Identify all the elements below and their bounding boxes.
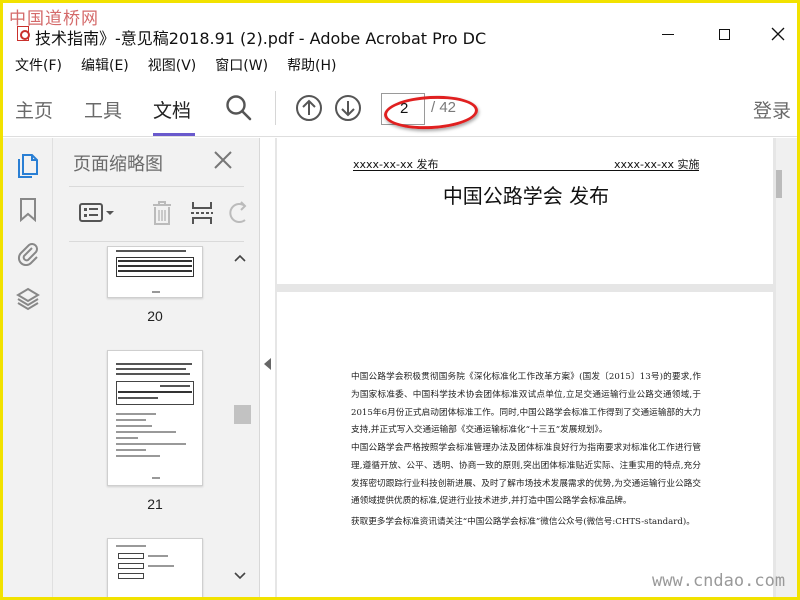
bookmark-icon[interactable] bbox=[15, 196, 41, 222]
menu-edit[interactable]: 编辑(E) bbox=[81, 55, 129, 75]
toolbar-separator bbox=[275, 91, 276, 125]
document-page-1: xxxx-xx-xx 发布 xxxx-xx-xx 实施 中国公路学会 发布 bbox=[277, 138, 773, 284]
close-window-button[interactable] bbox=[763, 22, 793, 46]
rotate-icon[interactable] bbox=[229, 198, 247, 228]
thumbnail-list[interactable]: 20 21 bbox=[71, 246, 257, 597]
maximize-icon bbox=[718, 28, 730, 40]
page-thumbnails-icon[interactable] bbox=[15, 152, 41, 178]
next-page-icon[interactable] bbox=[333, 93, 363, 123]
thumbnails-panel: 页面缩略图 20 21 bbox=[53, 138, 260, 597]
body-paragraph: 中国公路学会严格按照学会标准管理办法及团体标准良好行为指南要求对标准化工作进行管… bbox=[351, 443, 701, 507]
options-menu-icon[interactable] bbox=[77, 198, 117, 228]
menu-help[interactable]: 帮助(H) bbox=[287, 55, 336, 75]
search-icon[interactable] bbox=[224, 93, 254, 123]
close-icon bbox=[771, 27, 785, 41]
watermark-bottom: www.cndao.com bbox=[652, 571, 786, 591]
scroll-down-icon[interactable] bbox=[232, 568, 248, 584]
thumbnail-page-22[interactable] bbox=[107, 538, 203, 597]
minimize-icon bbox=[662, 33, 674, 35]
header-rule bbox=[353, 170, 699, 171]
insert-page-icon[interactable] bbox=[189, 198, 215, 228]
body-paragraph: 获取更多学会标准资讯请关注“中国公路学会标准”微信公众号(微信号:CHTS-st… bbox=[351, 517, 695, 527]
menu-window[interactable]: 窗口(W) bbox=[215, 55, 268, 75]
document-view[interactable]: xxxx-xx-xx 发布 xxxx-xx-xx 实施 中国公路学会 发布 中国… bbox=[275, 138, 797, 597]
panel-divider bbox=[69, 186, 244, 187]
collapse-panel-icon[interactable] bbox=[262, 357, 272, 371]
pdf-file-icon bbox=[17, 26, 30, 41]
panel-divider bbox=[69, 241, 244, 242]
previous-page-icon[interactable] bbox=[294, 93, 324, 123]
document-scrollbar[interactable] bbox=[776, 138, 797, 597]
title-bar: 中国道桥网 技术指南》-意见稿2018.91 (2).pdf - Adobe A… bbox=[3, 0, 797, 50]
thumbnail-label: 20 bbox=[147, 308, 163, 324]
close-icon[interactable] bbox=[211, 148, 235, 172]
thumbnail-label: 21 bbox=[147, 496, 163, 512]
menu-file[interactable]: 文件(F) bbox=[15, 55, 62, 75]
scroll-up-icon[interactable] bbox=[232, 250, 248, 266]
tab-home[interactable]: 主页 bbox=[15, 96, 53, 123]
menu-view[interactable]: 视图(V) bbox=[148, 55, 197, 75]
thumbnail-page-20[interactable] bbox=[107, 246, 203, 298]
body-paragraph: 中国公路学会积极贯彻国务院《深化标准化工作改革方案》(国发〔2015〕13号)的… bbox=[351, 372, 701, 436]
active-tab-underline bbox=[153, 133, 195, 136]
maximize-button[interactable] bbox=[709, 22, 739, 46]
sign-in-link[interactable]: 登录 bbox=[753, 96, 791, 123]
layers-icon[interactable] bbox=[15, 286, 41, 312]
menu-bar: 文件(F) 编辑(E) 视图(V) 窗口(W) 帮助(H) bbox=[3, 52, 797, 78]
publisher-title: 中国公路学会 发布 bbox=[442, 184, 610, 208]
panel-title: 页面缩略图 bbox=[73, 154, 163, 175]
navigation-rail bbox=[3, 138, 53, 597]
attachment-icon[interactable] bbox=[15, 240, 41, 266]
trash-icon[interactable] bbox=[149, 198, 175, 228]
thumbnail-page-21[interactable] bbox=[107, 350, 203, 486]
thumbnail-scrollbar-thumb[interactable] bbox=[234, 405, 251, 424]
tab-document[interactable]: 文档 bbox=[153, 96, 191, 123]
minimize-button[interactable] bbox=[653, 22, 683, 46]
tab-tools[interactable]: 工具 bbox=[84, 96, 122, 123]
document-scrollbar-thumb[interactable] bbox=[776, 170, 782, 198]
window-title: 技术指南》-意见稿2018.91 (2).pdf - Adobe Acrobat… bbox=[35, 29, 487, 48]
